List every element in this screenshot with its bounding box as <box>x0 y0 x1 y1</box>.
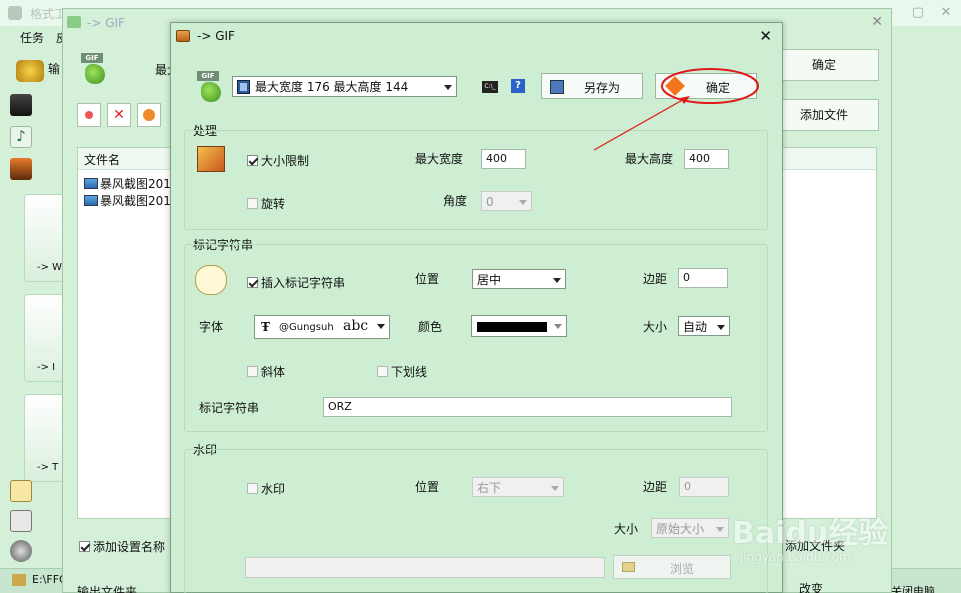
watermark-brand: Baidu经验 <box>732 516 889 551</box>
annotation-arrow-head <box>680 96 690 104</box>
annotation-overlay <box>593 68 759 151</box>
watermark-url: jingyan.baidu.com <box>740 550 851 564</box>
annotation-arrow-line <box>593 97 687 151</box>
highlight-ellipse <box>661 68 759 104</box>
baidu-watermark: Baidu经验 jingyan.baidu.com <box>732 508 942 572</box>
